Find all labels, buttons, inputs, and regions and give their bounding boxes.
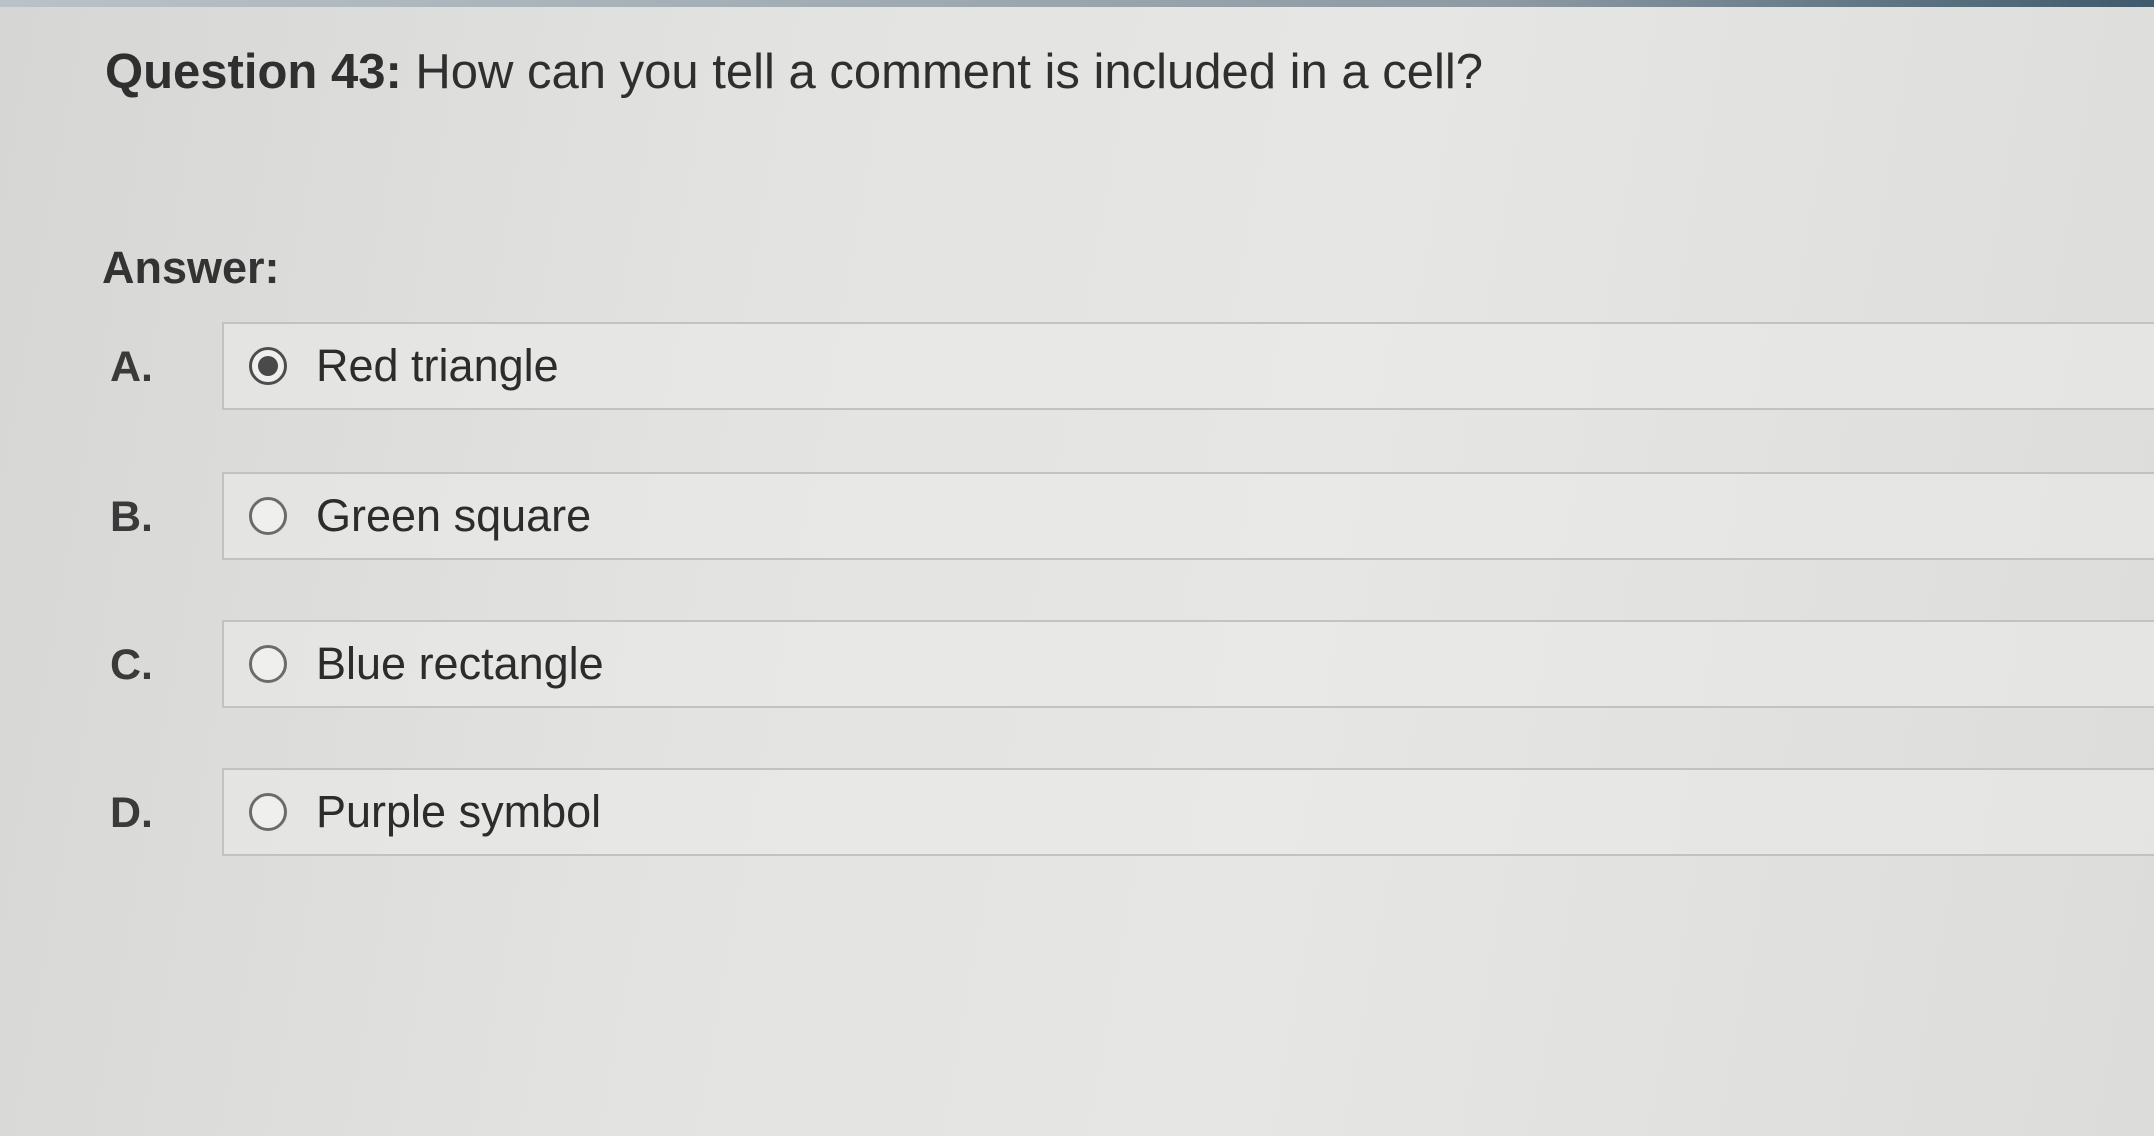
option-row-a: A. Red triangle xyxy=(0,322,2154,414)
option-a[interactable]: Red triangle xyxy=(222,322,2154,410)
option-label: Green square xyxy=(316,490,592,541)
option-label: Red triangle xyxy=(316,340,559,391)
radio-button[interactable] xyxy=(249,793,287,831)
option-b[interactable]: Green square xyxy=(222,472,2154,560)
option-d[interactable]: Purple symbol xyxy=(222,768,2154,856)
radio-button[interactable] xyxy=(249,645,287,683)
radio-button-selected[interactable] xyxy=(249,347,287,385)
radio-button[interactable] xyxy=(249,497,287,535)
option-row-b: B. Green square xyxy=(0,472,2154,564)
option-row-d: D. Purple symbol xyxy=(0,768,2154,860)
option-label: Blue rectangle xyxy=(316,638,604,689)
option-label: Purple symbol xyxy=(316,786,602,837)
option-c[interactable]: Blue rectangle xyxy=(222,620,2154,708)
question-text: How can you tell a comment is included i… xyxy=(415,45,1484,99)
window-top-bar xyxy=(0,0,2154,7)
option-letter: D. xyxy=(110,789,153,837)
option-row-c: C. Blue rectangle xyxy=(0,620,2154,712)
question-heading: Question 43: How can you tell a comment … xyxy=(105,42,1483,102)
answer-label: Answer: xyxy=(102,242,280,293)
option-letter: B. xyxy=(110,493,153,541)
option-letter: A. xyxy=(110,343,153,391)
question-number: Question 43: xyxy=(105,45,402,99)
option-letter: C. xyxy=(110,641,153,689)
